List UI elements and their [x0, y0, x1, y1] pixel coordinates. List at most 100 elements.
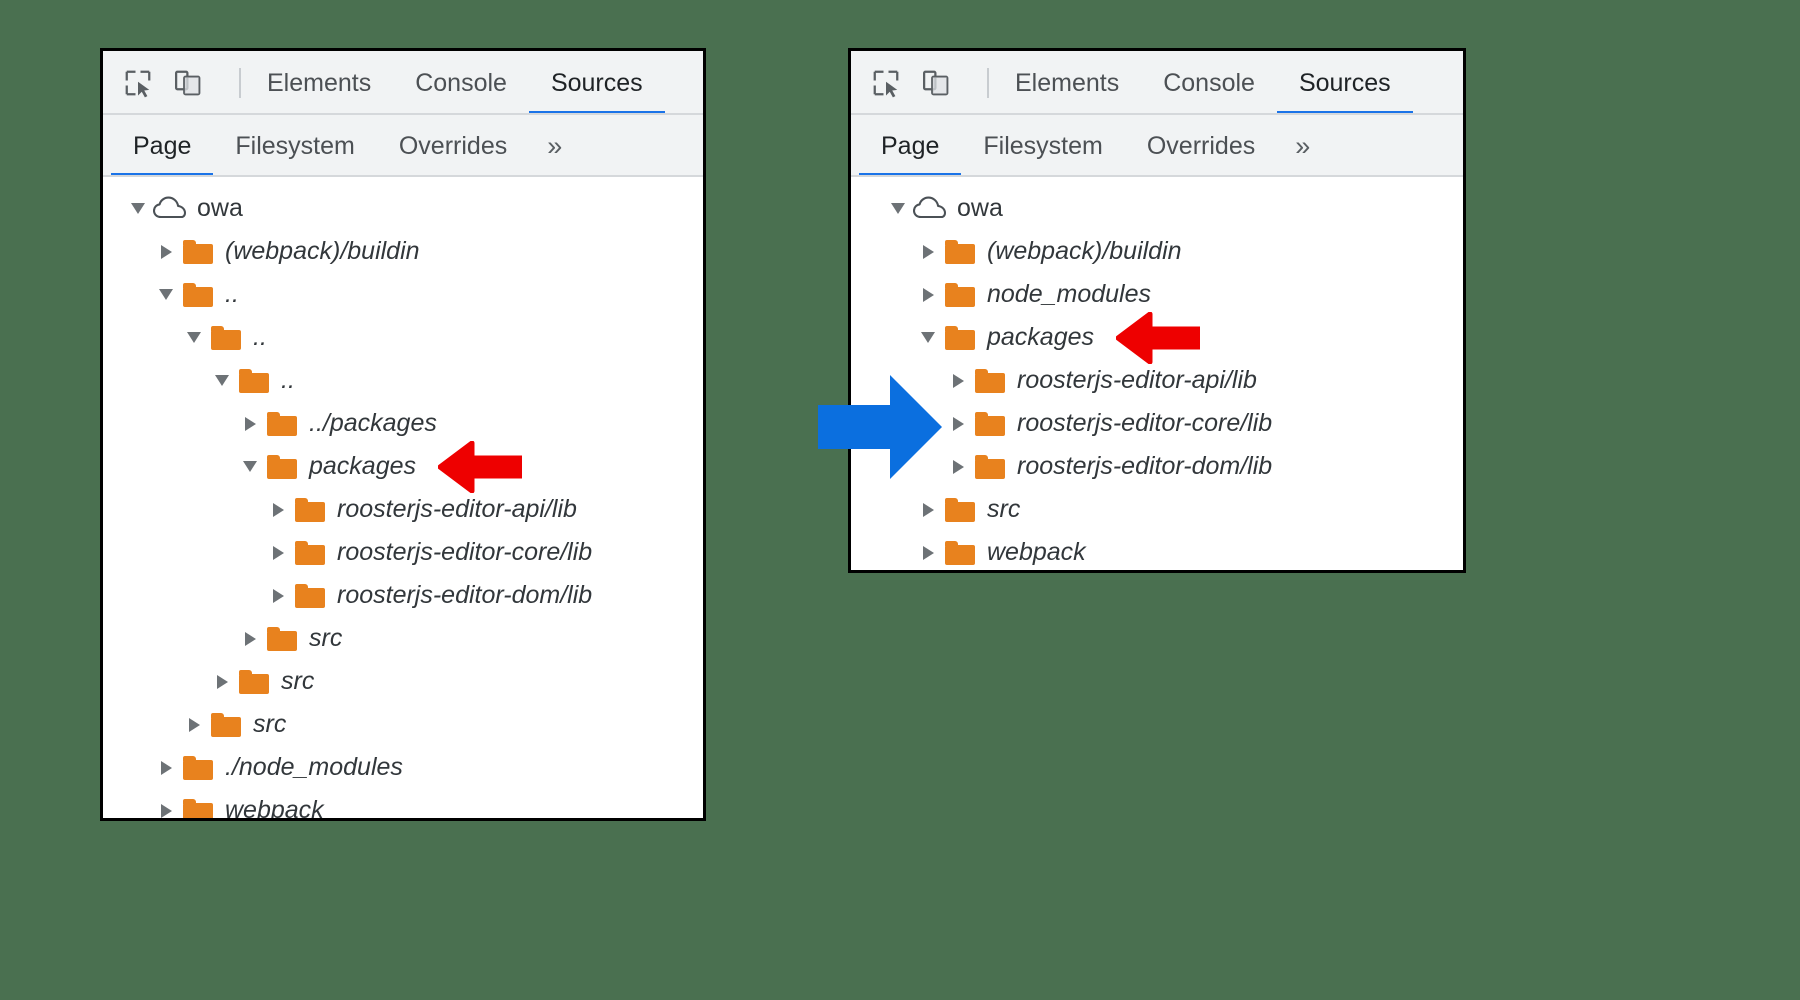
folder-icon	[265, 412, 299, 436]
subtab-more-icon[interactable]: »	[529, 115, 580, 177]
chevron-right-icon[interactable]	[915, 546, 941, 560]
chevron-right-icon[interactable]	[153, 245, 179, 259]
chevron-right-icon[interactable]	[945, 460, 971, 474]
device-toolbar-icon[interactable]	[919, 66, 953, 100]
chevron-right-icon[interactable]	[153, 804, 179, 818]
tree-row[interactable]: ..	[103, 316, 703, 359]
tree-item-label: src	[253, 710, 286, 739]
subtab-more-icon[interactable]: »	[1277, 115, 1328, 177]
folder-icon	[943, 541, 977, 565]
tree-row[interactable]: src	[103, 617, 703, 660]
tab-elements[interactable]: Elements	[993, 51, 1141, 115]
tree-item-label: ./node_modules	[225, 753, 403, 782]
toolbar-divider	[239, 68, 241, 98]
tree-item-label: ..	[253, 323, 267, 352]
chevron-right-icon[interactable]	[209, 675, 235, 689]
chevron-right-icon[interactable]	[153, 761, 179, 775]
subtab-overrides[interactable]: Overrides	[1125, 115, 1277, 177]
tree-row[interactable]: src	[851, 488, 1463, 531]
tab-elements[interactable]: Elements	[245, 51, 393, 115]
toolbar-icon-group	[103, 66, 245, 100]
folder-icon	[943, 498, 977, 522]
chevron-right-icon[interactable]	[237, 632, 263, 646]
chevron-down-icon[interactable]	[237, 461, 263, 472]
chevron-right-icon[interactable]	[945, 374, 971, 388]
tree-row[interactable]: webpack	[851, 531, 1463, 573]
devtools-panel-before: Elements Console Sources Page Filesystem…	[100, 48, 706, 821]
chevron-right-icon[interactable]	[945, 417, 971, 431]
subtab-filesystem[interactable]: Filesystem	[213, 115, 376, 177]
tree-row[interactable]: roosterjs-editor-core/lib	[851, 402, 1463, 445]
tree-row[interactable]: owa	[103, 187, 703, 230]
tree-item-label: src	[987, 495, 1020, 524]
folder-icon	[265, 455, 299, 479]
tree-row[interactable]: roosterjs-editor-api/lib	[851, 359, 1463, 402]
chevron-right-icon[interactable]	[265, 589, 291, 603]
folder-icon	[943, 326, 977, 350]
tree-row[interactable]: webpack	[103, 789, 703, 821]
tree-row[interactable]: (webpack)/buildin	[103, 230, 703, 273]
tree-item-label: owa	[197, 194, 243, 223]
chevron-down-icon[interactable]	[181, 332, 207, 343]
tree-row[interactable]: owa	[851, 187, 1463, 230]
tree-item-label: node_modules	[987, 280, 1151, 309]
chevron-right-icon[interactable]	[915, 503, 941, 517]
sources-subtabs: Page Filesystem Overrides »	[851, 115, 1463, 177]
tree-row[interactable]: roosterjs-editor-dom/lib	[851, 445, 1463, 488]
chevron-right-icon[interactable]	[915, 245, 941, 259]
subtab-page[interactable]: Page	[111, 115, 213, 177]
chevron-right-icon[interactable]	[181, 718, 207, 732]
device-toolbar-icon[interactable]	[171, 66, 205, 100]
tab-sources[interactable]: Sources	[1277, 51, 1413, 115]
subtab-filesystem[interactable]: Filesystem	[961, 115, 1124, 177]
tree-row[interactable]: ..	[103, 273, 703, 316]
chevron-right-icon[interactable]	[915, 288, 941, 302]
chevron-right-icon[interactable]	[237, 417, 263, 431]
tree-item-label: roosterjs-editor-dom/lib	[1017, 452, 1272, 481]
folder-icon	[293, 541, 327, 565]
cloud-icon	[153, 196, 187, 222]
tree-item-label: ../packages	[309, 409, 437, 438]
folder-icon	[265, 627, 299, 651]
tab-console[interactable]: Console	[393, 51, 529, 115]
tab-console[interactable]: Console	[1141, 51, 1277, 115]
tab-sources[interactable]: Sources	[529, 51, 665, 115]
cloud-icon	[913, 196, 947, 222]
devtools-main-tabs: Elements Console Sources	[245, 51, 665, 115]
subtab-overrides[interactable]: Overrides	[377, 115, 529, 177]
chevron-down-icon[interactable]	[153, 289, 179, 300]
tree-row[interactable]: roosterjs-editor-dom/lib	[103, 574, 703, 617]
chevron-right-icon[interactable]	[265, 546, 291, 560]
tree-row[interactable]: ../packages	[103, 402, 703, 445]
tree-row[interactable]: src	[103, 660, 703, 703]
tree-item-label: src	[309, 624, 342, 653]
callout-arrow-red-icon	[438, 441, 522, 493]
subtab-page[interactable]: Page	[859, 115, 961, 177]
tree-item-label: src	[281, 667, 314, 696]
tree-item-label: roosterjs-editor-core/lib	[337, 538, 592, 567]
chevron-down-icon[interactable]	[915, 332, 941, 343]
tree-row[interactable]: ./node_modules	[103, 746, 703, 789]
tree-row[interactable]: (webpack)/buildin	[851, 230, 1463, 273]
chevron-right-icon[interactable]	[265, 503, 291, 517]
tree-item-label: packages	[987, 323, 1094, 352]
inspect-element-icon[interactable]	[869, 66, 903, 100]
tree-row[interactable]: roosterjs-editor-core/lib	[103, 531, 703, 574]
chevron-down-icon[interactable]	[885, 203, 911, 214]
folder-icon	[293, 584, 327, 608]
tree-row[interactable]: ..	[103, 359, 703, 402]
folder-icon	[973, 369, 1007, 393]
tree-row[interactable]: src	[103, 703, 703, 746]
tree-row[interactable]: node_modules	[851, 273, 1463, 316]
tree-row[interactable]: packages	[851, 316, 1463, 359]
toolbar-icon-group	[851, 66, 993, 100]
file-tree-after: owa(webpack)/buildin node_modules packages…	[851, 177, 1463, 573]
subbar-bottom-border	[103, 175, 703, 177]
tree-row[interactable]: packages	[103, 445, 703, 488]
inspect-element-icon[interactable]	[121, 66, 155, 100]
tree-item-label: roosterjs-editor-dom/lib	[337, 581, 592, 610]
chevron-down-icon[interactable]	[209, 375, 235, 386]
folder-icon	[943, 240, 977, 264]
chevron-down-icon[interactable]	[125, 203, 151, 214]
tree-row[interactable]: roosterjs-editor-api/lib	[103, 488, 703, 531]
